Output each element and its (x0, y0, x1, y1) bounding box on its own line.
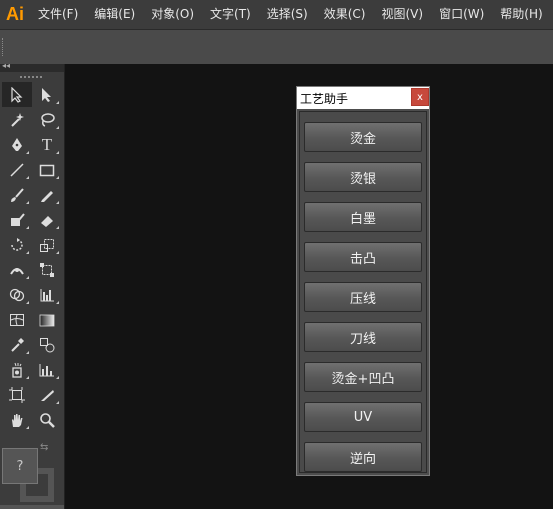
column-graph-icon (39, 363, 54, 376)
column-graph-tool[interactable] (32, 357, 62, 382)
tools-panel-grip[interactable] (0, 72, 64, 82)
zoom-magnifier-icon (40, 412, 55, 428)
direct-selection-tool[interactable] (32, 82, 62, 107)
free-transform-tool[interactable] (32, 257, 62, 282)
tools-bottom-strip (0, 505, 64, 509)
blob-brush-icon (11, 212, 25, 226)
close-button[interactable]: x (411, 88, 429, 106)
scale-tool[interactable] (32, 232, 62, 257)
lasso-tool[interactable] (32, 107, 62, 132)
mesh-icon (10, 313, 24, 326)
control-bar-grip[interactable] (2, 38, 5, 56)
selection-arrow-icon (11, 86, 23, 103)
reverse-button[interactable]: 逆向 (304, 442, 422, 472)
type-icon: T (41, 134, 53, 154)
eyedropper-tool[interactable] (2, 332, 32, 357)
cut-line-button[interactable]: 刀线 (304, 322, 422, 352)
shape-builder-tool[interactable] (2, 282, 32, 307)
hand-icon (12, 413, 23, 427)
eraser-icon (41, 215, 53, 227)
pencil-tool[interactable] (32, 182, 62, 207)
width-tool[interactable] (2, 257, 32, 282)
unknown-fill-glyph: ? (16, 458, 24, 474)
paintbrush-icon (11, 187, 24, 202)
zoom-tool[interactable] (32, 407, 62, 432)
scale-icon (40, 238, 54, 252)
graph-tool[interactable] (32, 282, 62, 307)
direct-selection-arrow-icon (42, 87, 51, 102)
menu-type[interactable]: 文字(T) (202, 0, 259, 29)
pencil-icon (41, 190, 53, 202)
craft-assistant-dialog: 工艺助手 x 烫金 烫银 白墨 击凸 压线 刀线 烫金+凹凸 UV 逆向 (296, 86, 430, 476)
lasso-icon (41, 112, 55, 127)
blend-icon (40, 337, 55, 352)
free-transform-icon (40, 262, 54, 277)
dialog-body: 烫金 烫银 白墨 击凸 压线 刀线 烫金+凹凸 UV 逆向 (299, 111, 427, 473)
pen-icon (12, 137, 22, 151)
menu-help[interactable]: 帮助(H) (492, 0, 550, 29)
dialog-titlebar[interactable]: 工艺助手 x (297, 87, 429, 109)
rectangle-icon (39, 164, 55, 176)
collapse-arrows-icon[interactable]: ◂◂ (2, 61, 10, 70)
fill-swatch[interactable]: ? (2, 448, 38, 484)
artboard-tool[interactable] (2, 382, 32, 407)
eraser-tool[interactable] (32, 207, 62, 232)
emboss-button[interactable]: 击凸 (304, 242, 422, 272)
gradient-tool[interactable] (32, 307, 62, 332)
symbol-sprayer-icon (12, 362, 22, 378)
blob-brush-tool[interactable] (2, 207, 32, 232)
menu-object[interactable]: 对象(O) (143, 0, 202, 29)
menu-file[interactable]: 文件(F) (30, 0, 86, 29)
menu-view[interactable]: 视图(V) (373, 0, 431, 29)
rectangle-tool[interactable] (32, 157, 62, 182)
line-icon (10, 162, 24, 177)
hot-stamp-gold-button[interactable]: 烫金 (304, 122, 422, 152)
dialog-title: 工艺助手 (300, 92, 349, 106)
gold-emboss-button[interactable]: 烫金+凹凸 (304, 362, 422, 392)
type-tool[interactable]: T (32, 132, 62, 157)
menu-window[interactable]: 窗口(W) (431, 0, 492, 29)
line-segment-tool[interactable] (2, 157, 32, 182)
pen-tool[interactable] (2, 132, 32, 157)
slice-tool[interactable] (32, 382, 62, 407)
bar-graph-icon (40, 288, 54, 301)
rotate-icon (11, 237, 23, 251)
rotate-tool[interactable] (2, 232, 32, 257)
menu-select[interactable]: 选择(S) (259, 0, 316, 29)
eyedropper-icon (11, 337, 24, 352)
tools-panel: ◂◂ T ⇆ ? (0, 61, 65, 509)
hand-tool[interactable] (2, 407, 32, 432)
mesh-tool[interactable] (2, 307, 32, 332)
shape-builder-icon (9, 288, 25, 301)
white-ink-button[interactable]: 白墨 (304, 202, 422, 232)
slice-knife-icon (41, 389, 54, 401)
swap-fill-stroke-icon[interactable]: ⇆ (40, 442, 48, 453)
paintbrush-tool[interactable] (2, 182, 32, 207)
gradient-icon (39, 314, 55, 326)
tools-panel-header[interactable]: ◂◂ (0, 61, 64, 72)
selection-tool[interactable] (2, 82, 32, 107)
app-logo: Ai (6, 4, 24, 24)
width-icon (10, 267, 24, 275)
control-bar (0, 29, 553, 65)
magic-wand-tool[interactable] (2, 107, 32, 132)
close-icon: x (417, 91, 423, 103)
menu-bar: Ai 文件(F) 编辑(E) 对象(O) 文字(T) 选择(S) 效果(C) 视… (0, 0, 553, 29)
crease-line-button[interactable]: 压线 (304, 282, 422, 312)
symbol-sprayer-tool[interactable] (2, 357, 32, 382)
menu-edit[interactable]: 编辑(E) (86, 0, 143, 29)
menu-effect[interactable]: 效果(C) (316, 0, 374, 29)
uv-button[interactable]: UV (304, 402, 422, 432)
blend-tool[interactable] (32, 332, 62, 357)
artboard-icon (9, 386, 25, 403)
fill-stroke-area: ⇆ ? (0, 442, 64, 509)
hot-stamp-silver-button[interactable]: 烫银 (304, 162, 422, 192)
magic-wand-icon (11, 112, 24, 127)
